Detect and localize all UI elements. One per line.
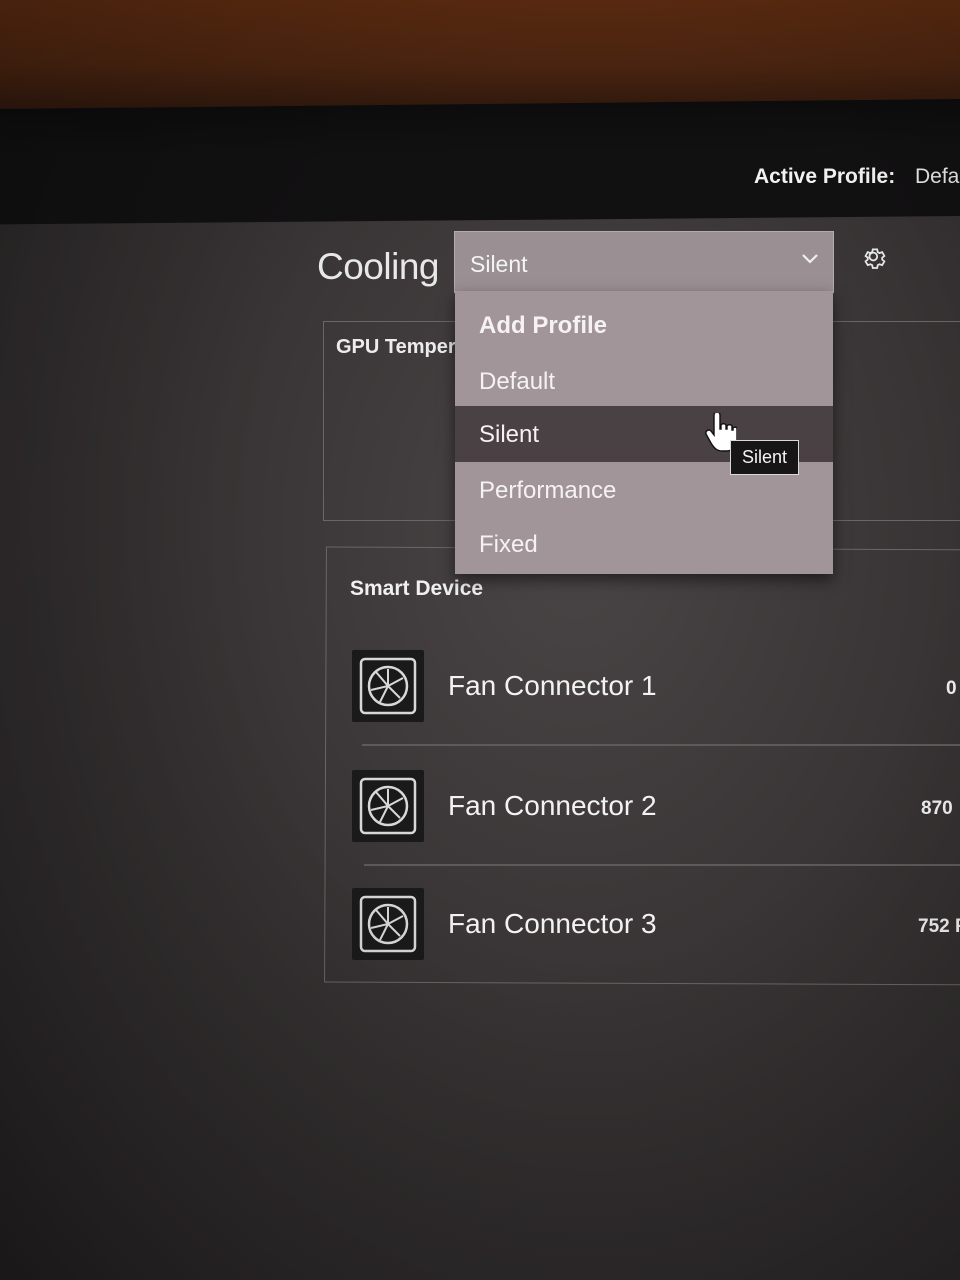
fan-rpm-value: 0: [946, 678, 957, 699]
active-profile-label: Active Profile:: [754, 165, 896, 188]
row-divider: [362, 744, 960, 746]
chevron-down-icon: [802, 254, 818, 264]
fan-connector-label: Fan Connector 2: [448, 790, 657, 821]
fan-icon: [352, 888, 424, 960]
fan-connector-row[interactable]: Fan Connector 1 0: [352, 650, 960, 724]
active-profile-value[interactable]: Defa: [915, 165, 959, 189]
fan-rpm-value: 752 F: [918, 916, 960, 937]
page-title: Cooling: [317, 246, 439, 287]
fan-connector-label: Fan Connector 3: [448, 908, 657, 939]
menu-item-label: Silent: [479, 421, 540, 448]
menu-item-label: Fixed: [479, 531, 538, 558]
profile-dropdown[interactable]: Silent: [454, 231, 834, 293]
smart-device-title: Smart Device: [350, 577, 484, 600]
fan-icon: [352, 770, 424, 842]
fan-connector-label: Fan Connector 1: [448, 670, 657, 701]
menu-item-label: Performance: [479, 477, 617, 504]
tooltip: Silent: [730, 440, 800, 475]
fan-icon: [352, 650, 424, 722]
dropdown-selected-value: Silent: [470, 251, 528, 277]
profile-dropdown-menu: Add Profile Default Silent Performance F…: [455, 291, 833, 574]
menu-item-fixed[interactable]: Fixed: [455, 516, 833, 572]
fan-rpm-value: 870: [921, 798, 953, 819]
gear-icon[interactable]: [860, 245, 888, 273]
fan-connector-row[interactable]: Fan Connector 3 752 F: [352, 888, 960, 962]
gpu-temperature-label: GPU Temper: [336, 336, 456, 358]
menu-item-add-profile[interactable]: Add Profile: [455, 297, 833, 353]
fan-connector-row[interactable]: Fan Connector 2 870: [352, 770, 960, 844]
photo-frame: Active Profile: Defa Cooling GPU Temper …: [0, 0, 960, 1280]
menu-item-label: Add Profile: [479, 312, 608, 339]
menu-item-default[interactable]: Default: [455, 353, 833, 409]
menu-item-label: Default: [479, 368, 556, 395]
row-divider: [364, 864, 960, 866]
